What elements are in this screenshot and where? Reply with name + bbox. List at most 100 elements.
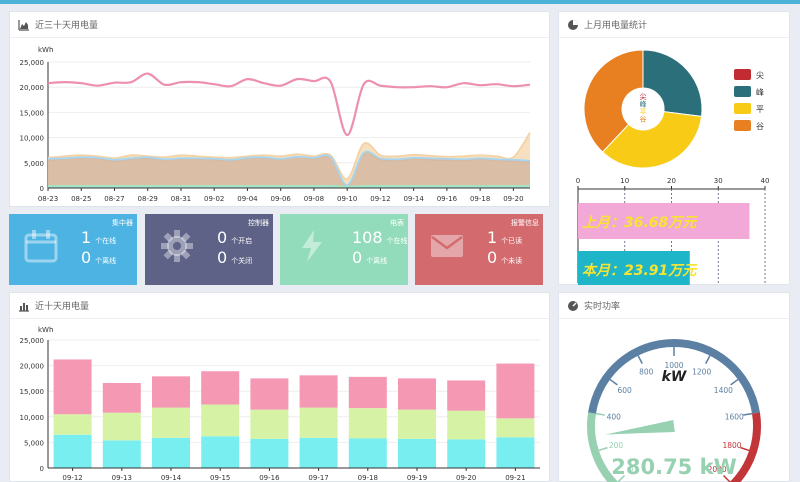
tile-stat-number: 0 xyxy=(217,228,228,247)
bar-segment xyxy=(299,407,338,438)
gauge-tick xyxy=(597,405,602,408)
last-month-stats-panel: 上月用电量统计 尖峰平谷尖峰平谷 0 10 20 30 40 上月：36.68万元 本月：2… xyxy=(558,11,790,285)
gauge-tick-label: 400 xyxy=(607,412,622,421)
gauge-unit: kW xyxy=(662,369,687,385)
series-line-4 xyxy=(48,185,530,188)
x-tick-label: 09-16 xyxy=(259,474,280,482)
tile-stat-label: 个在线 xyxy=(95,237,117,245)
bar-segment xyxy=(447,439,486,468)
bar-segment xyxy=(496,437,535,468)
x-tick-label: 09-10 xyxy=(337,195,357,203)
tile-stat-number: 1 xyxy=(81,228,92,247)
gauge-tick xyxy=(743,412,753,416)
gauge-tick xyxy=(609,378,618,386)
gauge-tick xyxy=(744,398,749,402)
gauge-tick-label: 800 xyxy=(639,368,654,377)
y-tick-label: 15,000 xyxy=(20,109,45,117)
tile-stat-label: 个开启 xyxy=(231,237,253,245)
x-tick-label: 09-20 xyxy=(503,195,523,203)
bar-segment xyxy=(201,404,240,437)
gauge-tick xyxy=(595,434,600,437)
bar-segment xyxy=(398,409,436,439)
gauge-tick xyxy=(596,441,601,444)
x-tick-label: 08-29 xyxy=(138,195,158,203)
tile-stat-label: 个离线 xyxy=(366,257,388,265)
y-tick-label: 0 xyxy=(40,465,44,473)
bar-segment xyxy=(152,376,190,408)
tile-stat-number: 1 xyxy=(487,228,498,247)
bar-segment xyxy=(53,414,92,435)
y-tick-label: 20,000 xyxy=(20,84,45,92)
tile-stat-label: 个离线 xyxy=(95,257,117,265)
panel-header: 上月用电量统计 xyxy=(559,12,789,38)
thirty-day-consumption-panel: 近三十天用电量 kWh 0 5,000 10,000 15,000 20,000 25,00… xyxy=(9,11,550,207)
last-month-label: 上月：36.68万元 xyxy=(582,215,698,231)
pie-slice xyxy=(642,49,703,117)
legend-swatch xyxy=(734,69,751,80)
bar-segment xyxy=(299,375,338,408)
x-tick-label: 09-19 xyxy=(407,474,427,482)
tile-stat-label: 个未读 xyxy=(501,257,523,265)
tile-stat: 1 个已读 xyxy=(487,228,522,247)
tile-stat: 0 个未读 xyxy=(487,248,522,267)
panel-title: 实时功率 xyxy=(584,302,621,312)
gauge-tick xyxy=(747,441,752,444)
gauge-tick xyxy=(694,349,697,355)
x-tick-label: 09-17 xyxy=(308,474,328,482)
pie-chart[interactable]: 尖峰平谷尖峰平谷 xyxy=(559,39,789,179)
x-tick-label: 09-18 xyxy=(470,195,490,203)
gauge-tick xyxy=(729,373,734,377)
tile-stat: 0 个离线 xyxy=(81,248,116,267)
bar-segment xyxy=(348,438,387,468)
gauge-tick xyxy=(605,385,610,389)
gauge-tick xyxy=(738,385,743,389)
thirty-day-chart[interactable]: kWh 0 5,000 10,000 15,000 20,000 25,000 08-23 08… xyxy=(10,39,549,207)
bar-segment xyxy=(348,376,387,409)
tile-title: 集中器 xyxy=(112,219,133,227)
bar-segment xyxy=(250,409,289,439)
status-tile[interactable]: 电表 108 个在线 0 个离线 xyxy=(280,214,408,285)
series-line-0 xyxy=(47,72,531,137)
legend-label: 峰 xyxy=(756,87,764,97)
tile-title: 报警信息 xyxy=(511,219,539,227)
y-tick-label: 20,000 xyxy=(20,363,45,371)
x-tick-label: 09-14 xyxy=(161,474,182,482)
lightning-icon xyxy=(294,228,330,264)
bar-segment xyxy=(496,418,535,438)
gauge-tick xyxy=(631,359,635,363)
gauge-tick xyxy=(739,461,744,465)
gauge-tick-label: 600 xyxy=(617,386,632,395)
bar-segment xyxy=(398,378,436,410)
ten-day-chart[interactable]: kWh 0 5,000 10,000 15,000 20,000 25,000 09-12 09… xyxy=(10,320,549,482)
status-tile[interactable]: 控制器 0 个开启 0 个关闭 xyxy=(145,214,273,285)
x-tick-label: 09-14 xyxy=(403,195,424,203)
bar-segment xyxy=(53,359,92,415)
bar-segment xyxy=(299,437,338,468)
status-tile[interactable]: 集中器 1 个在线 0 个离线 xyxy=(9,214,137,285)
gauge-tick xyxy=(742,455,747,458)
tile-stat-number: 0 xyxy=(352,248,363,267)
gauge-tick xyxy=(687,348,690,353)
panel-header: 近三十天用电量 xyxy=(10,12,549,38)
x-tick-label: 09-16 xyxy=(437,195,458,203)
x-tick-label: 09-08 xyxy=(304,195,324,203)
gauge-tick xyxy=(701,352,704,357)
legend-label: 尖 xyxy=(756,70,764,80)
gauge-tick xyxy=(602,391,607,395)
tile-stat-number: 108 xyxy=(352,228,383,247)
bar-segment xyxy=(201,436,240,468)
month-compare-chart[interactable]: 0 10 20 30 40 上月：36.68万元本月：23.91万元 xyxy=(559,175,789,285)
bar-segment xyxy=(447,410,486,440)
x-tick-label: 08-31 xyxy=(171,195,191,203)
y-tick-label: 15,000 xyxy=(20,388,45,396)
x-tick-label: 0 xyxy=(576,177,580,185)
gauge-tick-label: 1600 xyxy=(725,412,744,421)
bar-segment xyxy=(250,378,289,410)
bar-segment xyxy=(250,438,289,468)
panel-header: 实时功率 xyxy=(559,293,789,319)
x-tick-label: 09-21 xyxy=(505,474,525,482)
status-tile[interactable]: 报警信息 1 个已读 0 个未读 xyxy=(415,214,543,285)
power-gauge: 0200400600800100012001400160018002000kW2… xyxy=(587,339,761,482)
bar-segment xyxy=(496,363,535,419)
gauge-tick xyxy=(619,368,624,372)
